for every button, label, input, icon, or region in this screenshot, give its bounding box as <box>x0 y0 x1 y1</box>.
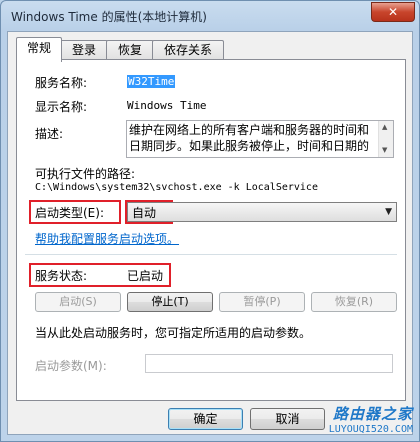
service-name-label: 服务名称: <box>35 76 88 90</box>
start-params-label: 启动参数(M): <box>35 359 107 373</box>
help-configure-link[interactable]: 帮助我配置服务启动选项。 <box>35 230 179 247</box>
close-icon: ✕ <box>387 5 399 19</box>
description-scrollbar[interactable]: ▲ ▼ <box>378 121 393 157</box>
chevron-down-icon: ▼ <box>385 207 392 217</box>
service-status-label: 服务状态: <box>35 269 88 283</box>
service-name-value[interactable]: W32Time <box>127 75 176 88</box>
close-button[interactable]: ✕ <box>371 2 415 22</box>
exe-path-label: 可执行文件的路径: <box>35 167 136 181</box>
tab-general[interactable]: 常规 <box>16 37 62 62</box>
resume-button[interactable]: 恢复(R) <box>311 292 397 312</box>
pause-button[interactable]: 暂停(P) <box>219 292 305 312</box>
site-watermark: 路由器之家 LUYOUQI520.COM <box>317 403 413 437</box>
start-params-input[interactable] <box>145 354 393 373</box>
ok-button[interactable]: 确定 <box>168 408 243 430</box>
display-name-label: 显示名称: <box>35 100 88 114</box>
tab-recovery[interactable]: 恢复 <box>106 40 154 60</box>
display-name-value[interactable]: Windows Time <box>127 99 206 112</box>
startup-type-select[interactable]: 自动 ▼ <box>127 202 397 222</box>
watermark-url: LUYOUQI520.COM <box>328 424 413 435</box>
description-label: 描述: <box>35 127 64 141</box>
startup-type-label: 启动类型(E): <box>35 206 104 220</box>
stop-button[interactable]: 停止(T) <box>127 292 213 312</box>
scroll-up-icon[interactable]: ▲ <box>382 123 387 131</box>
start-button[interactable]: 启动(S) <box>35 292 121 312</box>
startup-type-value: 自动 <box>132 206 157 220</box>
description-box[interactable]: 维护在网络上的所有客户端和服务器的时间和日期同步。如果此服务被停止，时间和日期的… <box>126 120 394 158</box>
start-params-hint: 当从此处启动服务时，您可指定所适用的启动参数。 <box>35 326 312 340</box>
service-status-value: 已启动 <box>127 269 164 283</box>
cancel-button[interactable]: 取消 <box>250 408 325 430</box>
title-bar[interactable]: Windows Time 的属性(本地计算机) ✕ <box>1 1 419 29</box>
divider <box>25 254 397 255</box>
tab-dependencies[interactable]: 依存关系 <box>152 40 224 60</box>
exe-path-value: C:\Windows\system32\svchost.exe -k Local… <box>35 182 318 193</box>
watermark-title: 路由器之家 <box>332 405 413 423</box>
window-title: Windows Time 的属性(本地计算机) <box>11 10 207 24</box>
scroll-down-icon[interactable]: ▼ <box>382 146 387 154</box>
dialog-client-area: 常规 登录 恢复 依存关系 服务名称: W32Time 显示名称: Window… <box>7 31 413 435</box>
general-panel: 服务名称: W32Time 显示名称: Windows Time 描述: 维护在… <box>16 59 406 401</box>
properties-window: Windows Time 的属性(本地计算机) ✕ 常规 登录 恢复 依存关系 … <box>0 0 420 442</box>
description-text: 维护在网络上的所有客户端和服务器的时间和日期同步。如果此服务被停止，时间和日期的 <box>129 123 370 153</box>
tab-logon[interactable]: 登录 <box>60 40 108 60</box>
